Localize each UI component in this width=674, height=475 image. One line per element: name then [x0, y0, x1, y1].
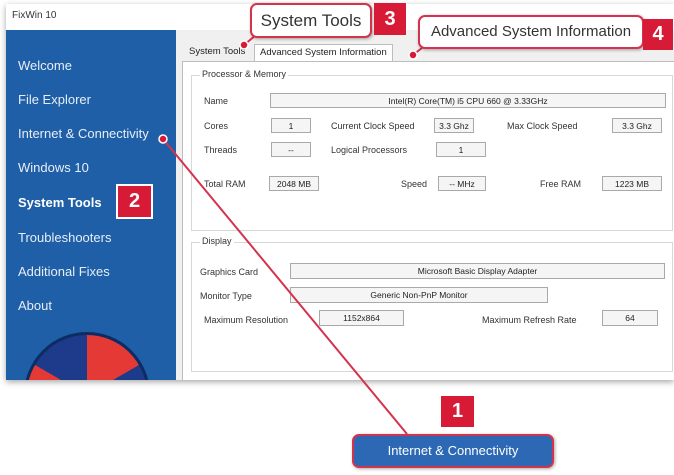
- sidebar-item-about[interactable]: About: [18, 298, 52, 313]
- window-title: FixWin 10: [12, 10, 57, 21]
- sidebar-item-windows-10[interactable]: Windows 10: [18, 160, 89, 175]
- callout-internet-connectivity: Internet & Connectivity: [352, 434, 554, 468]
- app-logo: [24, 332, 150, 380]
- main-content: System Tools Advanced System Information…: [176, 30, 674, 380]
- max-clock-label: Max Clock Speed: [507, 121, 578, 131]
- sidebar-item-additional-fixes[interactable]: Additional Fixes: [18, 264, 110, 279]
- app-window: FixWin 10 Welcome File Explorer Internet…: [6, 4, 674, 380]
- max-clock-field: 3.3 Ghz: [612, 118, 662, 133]
- free-ram-field: 1223 MB: [602, 176, 662, 191]
- speed-label: Speed: [401, 179, 428, 189]
- current-clock-label: Current Clock Speed: [331, 121, 415, 131]
- sidebar-item-troubleshooters[interactable]: Troubleshooters: [18, 230, 111, 245]
- callout-system-tools: System Tools: [250, 3, 372, 38]
- processor-memory-group: Processor & Memory Name Intel(R) Core(TM…: [191, 69, 673, 231]
- cores-field: 1: [271, 118, 311, 133]
- max-refresh-rate-label: Maximum Refresh Rate: [482, 315, 577, 325]
- cores-label: Cores: [204, 121, 229, 131]
- monitor-type-label: Monitor Type: [200, 291, 252, 301]
- graphics-card-field: Microsoft Basic Display Adapter: [290, 263, 665, 279]
- logical-processors-field: 1: [436, 142, 486, 157]
- callout-badge-1: 1: [441, 396, 474, 427]
- sidebar-item-file-explorer[interactable]: File Explorer: [18, 92, 91, 107]
- free-ram-label: Free RAM: [540, 179, 582, 189]
- threads-field: --: [271, 142, 311, 157]
- callout-advanced-system-information: Advanced System Information: [418, 15, 644, 49]
- processor-memory-title: Processor & Memory: [200, 69, 289, 79]
- callout-badge-2: 2: [116, 184, 153, 219]
- cpu-name-field: Intel(R) Core(TM) i5 CPU 660 @ 3.33GHz: [270, 93, 666, 108]
- logical-processors-label: Logical Processors: [331, 145, 408, 155]
- speed-field: -- MHz: [438, 176, 486, 191]
- current-clock-field: 3.3 Ghz: [434, 118, 474, 133]
- graphics-card-label: Graphics Card: [200, 267, 259, 277]
- sidebar-item-system-tools[interactable]: System Tools: [18, 195, 102, 210]
- display-title: Display: [200, 236, 234, 246]
- callout-badge-3: 3: [374, 3, 406, 35]
- callout-badge-4: 4: [643, 19, 673, 50]
- name-label: Name: [204, 96, 229, 106]
- tab-panel: Processor & Memory Name Intel(R) Core(TM…: [182, 61, 674, 380]
- total-ram-label: Total RAM: [204, 179, 246, 189]
- max-refresh-rate-field: 64: [602, 310, 658, 326]
- monitor-type-field: Generic Non-PnP Monitor: [290, 287, 548, 303]
- max-resolution-field: 1152x864: [319, 310, 404, 326]
- threads-label: Threads: [204, 145, 238, 155]
- tab-advanced-system-information[interactable]: Advanced System Information: [254, 44, 393, 61]
- sidebar-item-internet-connectivity[interactable]: Internet & Connectivity: [18, 126, 149, 141]
- tab-system-tools[interactable]: System Tools: [184, 44, 251, 61]
- total-ram-field: 2048 MB: [269, 176, 319, 191]
- max-resolution-label: Maximum Resolution: [204, 315, 289, 325]
- sidebar-item-welcome[interactable]: Welcome: [18, 58, 72, 73]
- display-group: Display Graphics Card Microsoft Basic Di…: [191, 236, 673, 372]
